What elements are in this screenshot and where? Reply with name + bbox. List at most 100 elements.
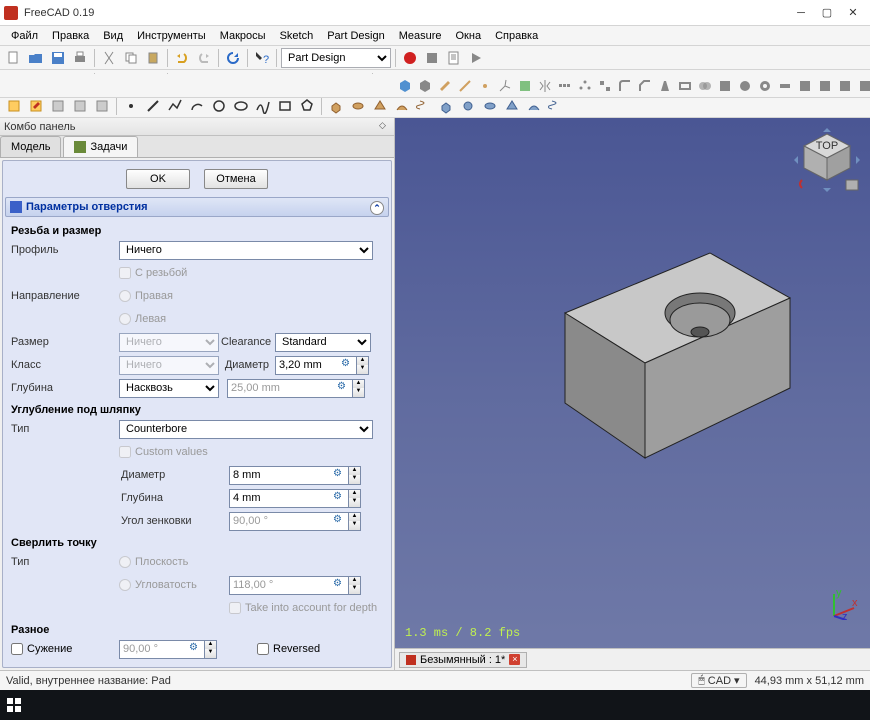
minimize-button[interactable]: ─ — [788, 2, 814, 24]
sub-helix-icon[interactable] — [546, 96, 566, 116]
expr-icon[interactable]: ⚙ — [333, 514, 347, 528]
spline-icon[interactable] — [253, 96, 273, 116]
menu-macros[interactable]: Макросы — [213, 28, 273, 44]
pad-icon[interactable] — [326, 96, 346, 116]
menu-windows[interactable]: Окна — [449, 28, 489, 44]
collapse-icon[interactable]: ⌃ — [370, 201, 384, 215]
cb-depth-input[interactable] — [229, 489, 349, 508]
macro-run-icon[interactable] — [466, 48, 486, 68]
depth-select[interactable]: Насквозь — [119, 379, 219, 398]
paste-icon[interactable] — [143, 48, 163, 68]
cancel-button[interactable]: Отмена — [204, 169, 268, 189]
extra3-icon[interactable] — [836, 76, 854, 96]
datum-point-icon[interactable] — [476, 76, 494, 96]
macro-record-icon[interactable] — [400, 48, 420, 68]
reversed-checkbox[interactable] — [257, 643, 269, 655]
thickness-icon[interactable] — [676, 76, 694, 96]
chamfer-icon[interactable] — [636, 76, 654, 96]
helix-icon[interactable] — [414, 96, 434, 116]
expr-icon[interactable]: ⚙ — [341, 358, 355, 372]
polygon-icon[interactable] — [297, 96, 317, 116]
datum-plane-icon[interactable] — [436, 76, 454, 96]
task-section-header[interactable]: Параметры отверстия ⌃ — [5, 197, 389, 217]
loft-icon[interactable] — [370, 96, 390, 116]
menu-help[interactable]: Справка — [488, 28, 545, 44]
menu-sketch[interactable]: Sketch — [273, 28, 321, 44]
nav-style-button[interactable]: 🖱CAD▾ — [691, 673, 746, 688]
cb-depth-spinner[interactable]: ▲▼ — [349, 489, 361, 508]
pocket-icon[interactable] — [436, 96, 456, 116]
workbench-select[interactable]: Part Design — [281, 48, 391, 68]
multi-transform-icon[interactable] — [596, 76, 614, 96]
cb-dia-input[interactable] — [229, 466, 349, 485]
maximize-button[interactable]: ▢ — [814, 2, 840, 24]
document-tab[interactable]: Безымянный : 1* × — [399, 652, 527, 668]
sketch-new-icon[interactable] — [4, 96, 24, 116]
sub-loft-icon[interactable] — [502, 96, 522, 116]
circle-icon[interactable] — [209, 96, 229, 116]
cb-dia-spinner[interactable]: ▲▼ — [349, 466, 361, 485]
doc-close-icon[interactable]: × — [509, 654, 520, 665]
body-icon[interactable] — [396, 76, 414, 96]
arc-icon[interactable] — [187, 96, 207, 116]
sprocket-icon[interactable] — [736, 76, 754, 96]
new-icon[interactable] — [4, 48, 24, 68]
datum-line-icon[interactable] — [456, 76, 474, 96]
menu-measure[interactable]: Measure — [392, 28, 449, 44]
ellipse-icon[interactable] — [231, 96, 251, 116]
3d-viewport[interactable]: TOP y x z 1.3 ms / 8.2 fps Безымянный : … — [395, 118, 870, 670]
refresh-icon[interactable] — [223, 48, 243, 68]
expr-icon[interactable]: ⚙ — [337, 381, 351, 395]
line-icon[interactable] — [143, 96, 163, 116]
shaft-icon[interactable] — [776, 76, 794, 96]
expr-icon[interactable]: ⚙ — [333, 468, 347, 482]
clearance-select[interactable]: Standard — [275, 333, 371, 352]
expr-icon[interactable]: ⚙ — [333, 491, 347, 505]
extra4-icon[interactable] — [856, 76, 870, 96]
undo-icon[interactable] — [172, 48, 192, 68]
cb-type-select[interactable]: Counterbore — [119, 420, 373, 439]
taper-checkbox[interactable] — [11, 643, 23, 655]
coord-sys-icon[interactable] — [496, 76, 514, 96]
expr-icon[interactable]: ⚙ — [333, 578, 347, 592]
shapebinder-icon[interactable] — [516, 76, 534, 96]
menu-file[interactable]: Файл — [4, 28, 45, 44]
close-button[interactable]: ✕ — [840, 2, 866, 24]
tab-model[interactable]: Модель — [0, 136, 61, 157]
diameter-spinner[interactable]: ▲▼ — [357, 356, 369, 375]
macro-stop-icon[interactable] — [422, 48, 442, 68]
cut-icon[interactable] — [99, 48, 119, 68]
menu-edit[interactable]: Правка — [45, 28, 96, 44]
sketch-edit-icon[interactable] — [26, 96, 46, 116]
nav-cube[interactable]: TOP — [790, 124, 864, 198]
menu-partdesign[interactable]: Part Design — [320, 28, 391, 44]
menu-tools[interactable]: Инструменты — [130, 28, 213, 44]
extra2-icon[interactable] — [816, 76, 834, 96]
open-icon[interactable] — [26, 48, 46, 68]
groove-icon[interactable] — [480, 96, 500, 116]
expr-icon[interactable]: ⚙ — [189, 642, 203, 656]
sketch-map-icon[interactable] — [48, 96, 68, 116]
sketch-validate-icon[interactable] — [92, 96, 112, 116]
save-icon[interactable] — [48, 48, 68, 68]
macro-list-icon[interactable] — [444, 48, 464, 68]
linear-pattern-icon[interactable] — [556, 76, 574, 96]
sketch-reorient-icon[interactable] — [70, 96, 90, 116]
mirror-icon[interactable] — [536, 76, 554, 96]
ok-button[interactable]: OK — [126, 169, 190, 189]
print-icon[interactable] — [70, 48, 90, 68]
panel-float-icon[interactable]: ◇ — [379, 120, 391, 132]
threaded-checkbox[interactable] — [119, 267, 131, 279]
menu-view[interactable]: Вид — [96, 28, 130, 44]
start-button[interactable] — [4, 695, 24, 715]
fillet-icon[interactable] — [616, 76, 634, 96]
rect-icon[interactable] — [275, 96, 295, 116]
gear-icon[interactable] — [756, 76, 774, 96]
revolution-icon[interactable] — [348, 96, 368, 116]
polar-pattern-icon[interactable] — [576, 76, 594, 96]
tab-tasks[interactable]: Задачи — [63, 136, 138, 157]
whatsthis-icon[interactable]: ? — [252, 48, 272, 68]
sweep-icon[interactable] — [392, 96, 412, 116]
copy-icon[interactable] — [121, 48, 141, 68]
clone-icon[interactable] — [416, 76, 434, 96]
